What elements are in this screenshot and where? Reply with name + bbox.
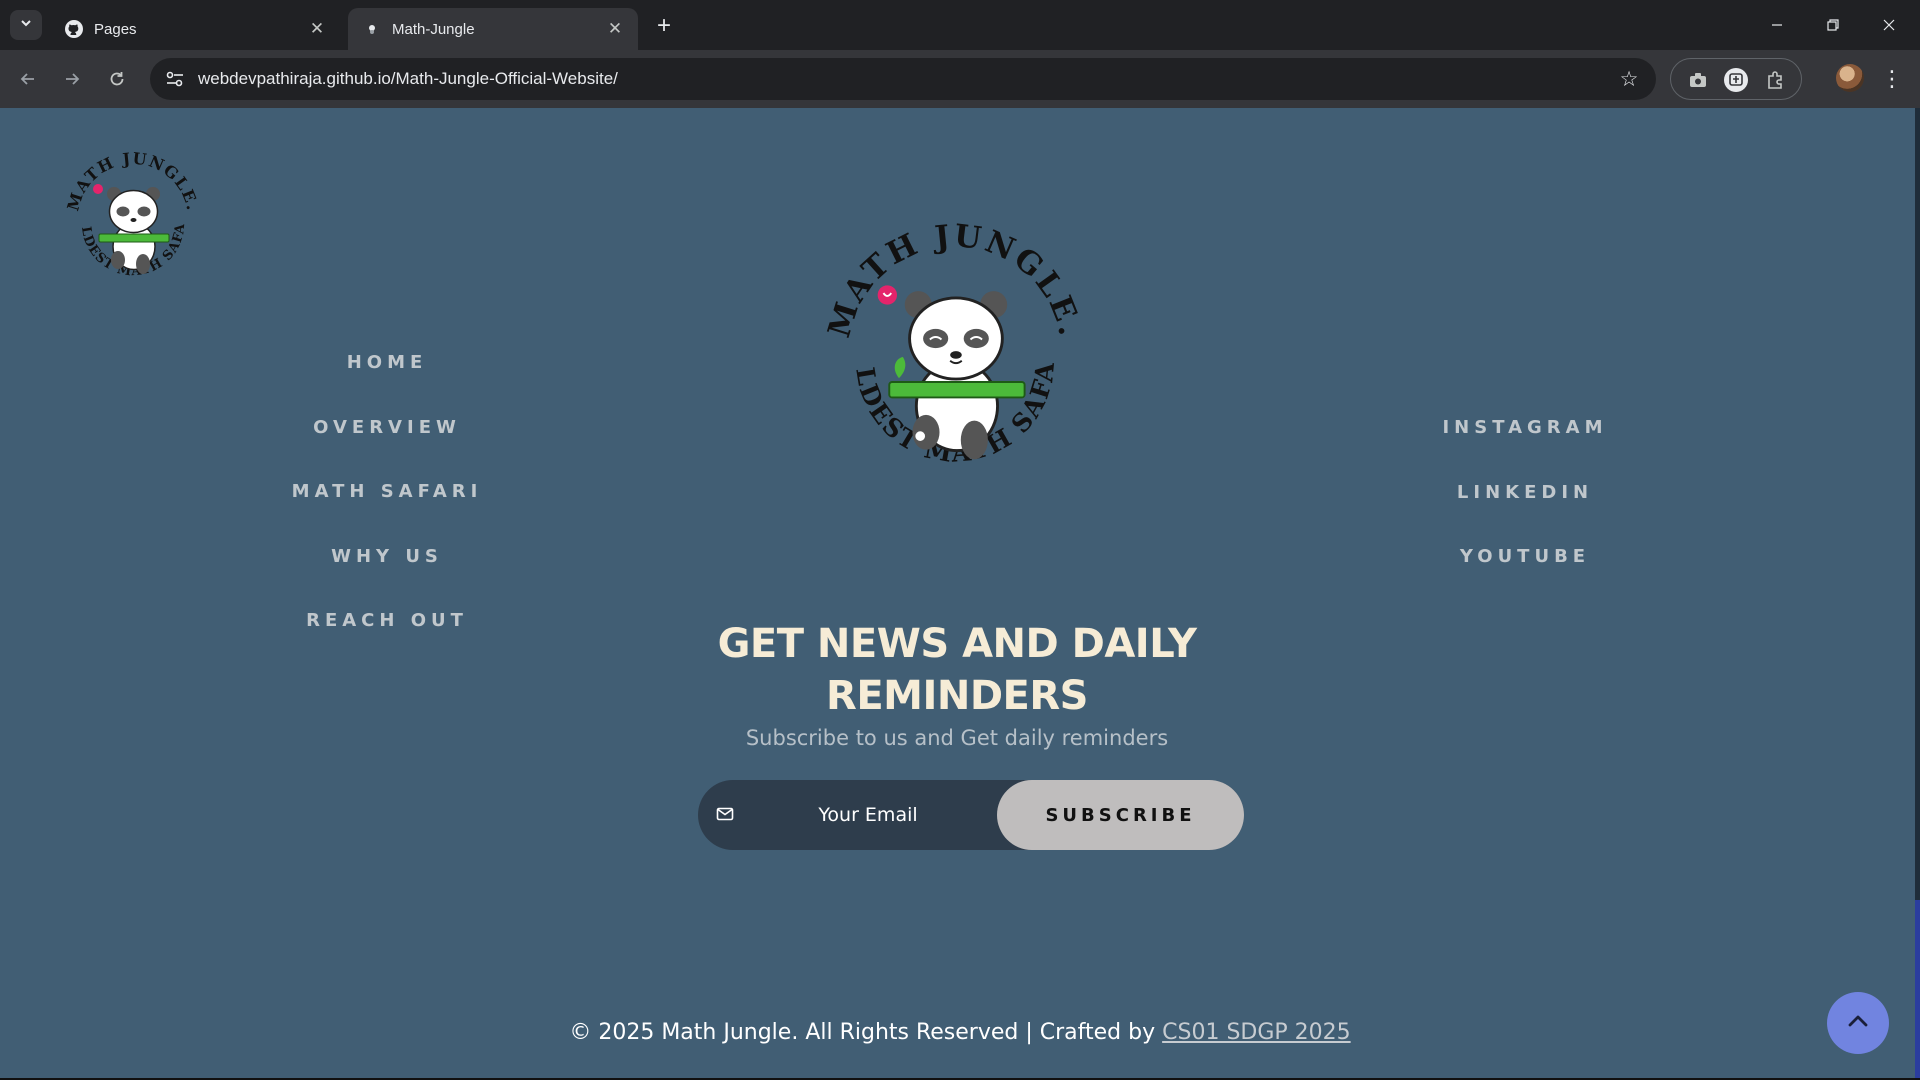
window-close-icon[interactable]: [1861, 0, 1917, 50]
new-tab-button[interactable]: +: [650, 12, 678, 40]
tab-pages[interactable]: Pages ✕: [50, 8, 340, 50]
more-options-icon[interactable]: ⋮: [1880, 64, 1904, 94]
chevron-up-icon: [1847, 1014, 1869, 1033]
profile-avatar[interactable]: [1836, 64, 1864, 92]
nav-link-why-us[interactable]: WHY US: [237, 546, 537, 612]
newsletter-title-line1: GET NEWS AND DAILY: [717, 621, 1197, 667]
bookmark-star-icon[interactable]: ☆: [1618, 68, 1640, 91]
nav-link-math-safari[interactable]: MATH SAFARI: [237, 482, 537, 547]
newsletter-title-line2: REMINDERS: [826, 673, 1088, 719]
copyright-label: © 2025 Math Jungle. All Rights Reserved …: [569, 1020, 1156, 1045]
close-icon[interactable]: ✕: [604, 18, 626, 40]
browser-toolbar: webdevpathiraja.github.io/Math-Jungle-Of…: [0, 50, 1920, 108]
newsletter-subtitle: Subscribe to us and Get daily reminders: [745, 726, 1169, 750]
math-jungle-logo-small[interactable]: MATH JUNGLE. WILDEST MATH SAFARI: [58, 144, 208, 294]
copyright-text: © 2025 Math Jungle. All Rights Reserved …: [430, 1020, 1490, 1045]
subscribe-form: SUBSCRIBE: [698, 780, 1244, 850]
nav-link-home[interactable]: HOME: [237, 353, 537, 418]
site-settings-icon[interactable]: [164, 69, 186, 89]
page-footer-section: MATH JUNGLE. WILDEST MATH SAFARI HOME OV…: [0, 108, 1915, 1078]
nav-link-linkedin[interactable]: LINKEDIN: [1375, 482, 1675, 548]
extensions-group: [1670, 58, 1802, 100]
close-icon[interactable]: ✕: [306, 18, 328, 40]
newsletter-title: GET NEWS AND DAILY REMINDERS: [657, 618, 1257, 722]
camera-icon[interactable]: [1685, 67, 1711, 93]
footer-nav-left: HOME OVERVIEW MATH SAFARI WHY US REACH O…: [237, 353, 537, 676]
translate-icon[interactable]: [1723, 67, 1749, 93]
nav-link-instagram[interactable]: INSTAGRAM: [1375, 418, 1675, 483]
nav-link-overview[interactable]: OVERVIEW: [237, 417, 537, 483]
tab-title: Pages: [94, 20, 137, 38]
reload-icon[interactable]: [102, 64, 132, 94]
tab-math-jungle[interactable]: Math-Jungle ✕: [348, 8, 638, 50]
tab-title: Math-Jungle: [392, 20, 475, 38]
back-arrow-icon[interactable]: [13, 64, 43, 94]
subscribe-button[interactable]: SUBSCRIBE: [997, 780, 1244, 850]
forward-arrow-icon[interactable]: [57, 64, 87, 94]
scroll-to-top-button[interactable]: [1827, 992, 1889, 1054]
tab-strip: Pages ✕ Math-Jungle ✕ +: [0, 0, 1920, 50]
mail-icon: [716, 806, 734, 822]
minimize-icon[interactable]: [1749, 0, 1805, 50]
github-icon: [64, 19, 84, 39]
tab-search-button[interactable]: [10, 10, 42, 40]
footer-nav-social: INSTAGRAM LINKEDIN YOUTUBE: [1375, 418, 1675, 612]
nav-link-youtube[interactable]: YOUTUBE: [1375, 547, 1675, 612]
credits-link[interactable]: CS01 SDGP 2025: [1162, 1020, 1351, 1045]
puzzle-extension-icon[interactable]: [1763, 67, 1789, 93]
nav-link-reach-out[interactable]: REACH OUT: [237, 611, 537, 676]
scrollbar-thumb[interactable]: [1915, 900, 1920, 1078]
chevron-down-icon: [19, 16, 33, 35]
email-input[interactable]: [753, 791, 983, 839]
panda-favicon-icon: [362, 19, 382, 39]
url-text: webdevpathiraja.github.io/Math-Jungle-Of…: [198, 69, 618, 88]
restore-icon[interactable]: [1805, 0, 1861, 50]
math-jungle-logo: MATH JUNGLE. WILDEST MATH SAFARI: [810, 208, 1085, 468]
address-bar[interactable]: webdevpathiraja.github.io/Math-Jungle-Of…: [150, 58, 1656, 100]
